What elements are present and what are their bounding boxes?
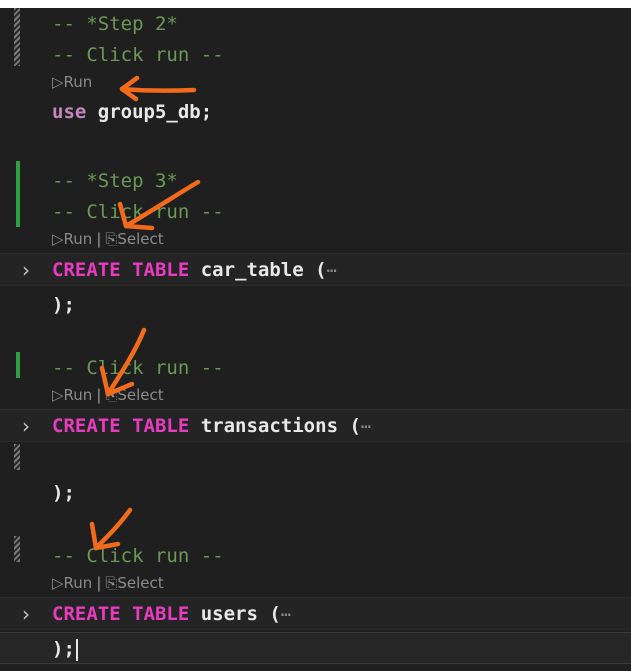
database-name: group5_db; — [97, 101, 213, 123]
step2-comment: -- *Step 2* — [52, 13, 178, 35]
folded-code-line[interactable]: › CREATE TABLE transactions (⋯ — [0, 409, 631, 442]
closing-paren: ); — [52, 482, 75, 504]
codelens-row: ▷Run | ⎘Select — [0, 571, 631, 597]
annotation-arrow-icon — [99, 327, 147, 397]
select-codelens[interactable]: ⎘Select — [105, 574, 163, 592]
code-line[interactable]: -- *Step 2* — [0, 8, 631, 39]
table-name: transactions ( — [200, 415, 361, 437]
run-codelens[interactable]: ▷Run — [52, 73, 92, 91]
codelens-separator: | — [96, 574, 102, 592]
chevron-right-icon[interactable]: › — [22, 414, 30, 438]
create-table-keyword: CREATE TABLE — [52, 603, 190, 625]
chevron-right-icon[interactable]: › — [22, 602, 30, 626]
folded-ellipsis[interactable]: ⋯ — [327, 261, 337, 281]
table-name: car_table ( — [200, 259, 327, 281]
current-line[interactable]: ); — [0, 632, 631, 664]
code-editor[interactable]: -- *Step 2* -- Click run -- ▷Run use gro… — [0, 8, 631, 671]
closing-paren: ); — [52, 294, 75, 316]
gutter-modified-marker — [14, 444, 20, 470]
codelens-row: ▷Run — [0, 70, 631, 96]
folded-ellipsis[interactable]: ⋯ — [281, 605, 291, 625]
text-cursor — [75, 638, 78, 661]
annotation-arrow-icon — [119, 75, 197, 102]
folded-ellipsis[interactable]: ⋯ — [361, 417, 371, 437]
code-line[interactable]: -- Click run -- — [0, 352, 631, 383]
annotation-arrow-icon — [89, 507, 133, 551]
run-codelens[interactable]: ▷Run — [52, 230, 92, 248]
annotation-arrow-icon — [117, 179, 201, 231]
codelens-separator: | — [96, 230, 102, 248]
codelens-row: ▷Run | ⎘Select — [0, 227, 631, 253]
chevron-right-icon[interactable]: › — [22, 258, 30, 282]
code-line[interactable]: -- Click run -- — [0, 196, 631, 227]
table-name: users ( — [200, 603, 281, 625]
folded-code-line[interactable]: › CREATE TABLE users (⋯ — [0, 597, 631, 630]
create-table-keyword: CREATE TABLE — [52, 259, 190, 281]
codelens-row: ▷Run | ⎘Select — [0, 383, 631, 409]
click-run-comment: -- Click run -- — [52, 44, 224, 66]
use-keyword: use — [52, 101, 87, 123]
top-margin — [0, 0, 631, 8]
run-codelens[interactable]: ▷Run — [52, 386, 92, 404]
create-table-keyword: CREATE TABLE — [52, 415, 190, 437]
code-line[interactable]: use group5_db; — [0, 96, 631, 127]
code-line[interactable]: -- *Step 3* — [0, 165, 631, 196]
code-line[interactable]: ); — [0, 289, 631, 320]
closing-paren: ); — [52, 638, 75, 660]
folded-code-line[interactable]: › CREATE TABLE car_table (⋯ — [0, 253, 631, 286]
run-codelens[interactable]: ▷Run — [52, 574, 92, 592]
code-line[interactable]: -- Click run -- — [0, 39, 631, 70]
